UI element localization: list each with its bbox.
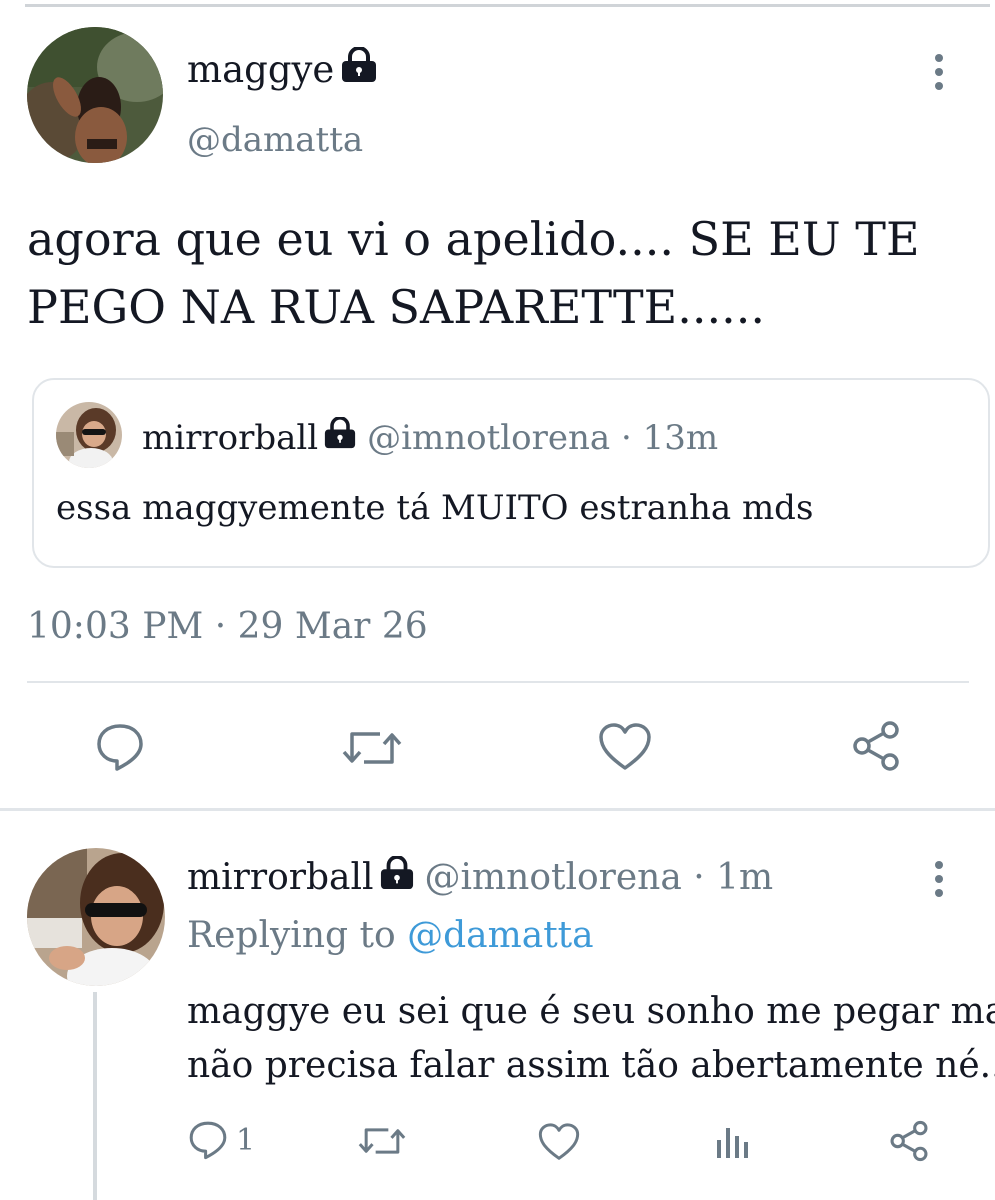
share-icon[interactable] [888,1120,930,1162]
reply-header: mirrorball @imnotlorena · 1m [187,854,774,899]
quoted-header: mirrorball @imnotlorena · 13m [142,416,719,458]
reply-avatar[interactable] [27,848,165,986]
quoted-tweet-text: essa maggyemente tá MUITO estranha mds [56,488,814,528]
quoted-handle: @imnotlorena · 13m [367,418,719,458]
like-icon[interactable] [598,722,652,772]
divider [27,681,969,683]
retweet-icon[interactable] [342,724,402,772]
more-options-icon[interactable] [924,50,954,94]
replying-to-link[interactable]: @damatta [407,915,594,956]
quoted-display-name: mirrorball [142,418,319,458]
reply-thread-line [93,992,97,1200]
tweet-timestamp[interactable]: 10:03 PM · 29 Mar 26 [27,606,428,647]
main-avatar[interactable] [27,27,163,163]
like-icon[interactable] [538,1122,580,1162]
reply-handle[interactable]: @imnotlorena · 1m [425,857,774,898]
more-options-icon[interactable] [924,857,954,901]
quoted-tweet-card[interactable]: mirrorball @imnotlorena · 13m essa maggy… [32,378,990,568]
reply-text: maggye eu sei que é seu sonho me pegar m… [187,991,995,1086]
lock-icon [379,854,415,899]
lock-icon [340,46,378,92]
reply-action-reply[interactable]: 1 [188,1120,255,1160]
reply-icon[interactable] [95,722,145,772]
main-display-name[interactable]: maggye [187,46,378,92]
share-icon[interactable] [850,720,902,772]
quoted-avatar [56,402,122,468]
analytics-icon[interactable] [714,1122,754,1162]
reply-icon [188,1120,228,1160]
replying-to: Replying to @damatta [187,915,594,956]
main-handle[interactable]: @damatta [187,120,363,160]
reply-display-name[interactable]: mirrorball [187,857,374,898]
top-divider [25,4,990,7]
reply-count: 1 [236,1122,256,1158]
lock-icon [323,416,357,458]
retweet-icon[interactable] [358,1122,406,1160]
section-divider [0,808,995,811]
main-tweet-text: agora que eu vi o apelido.... SE EU TE P… [27,212,920,334]
